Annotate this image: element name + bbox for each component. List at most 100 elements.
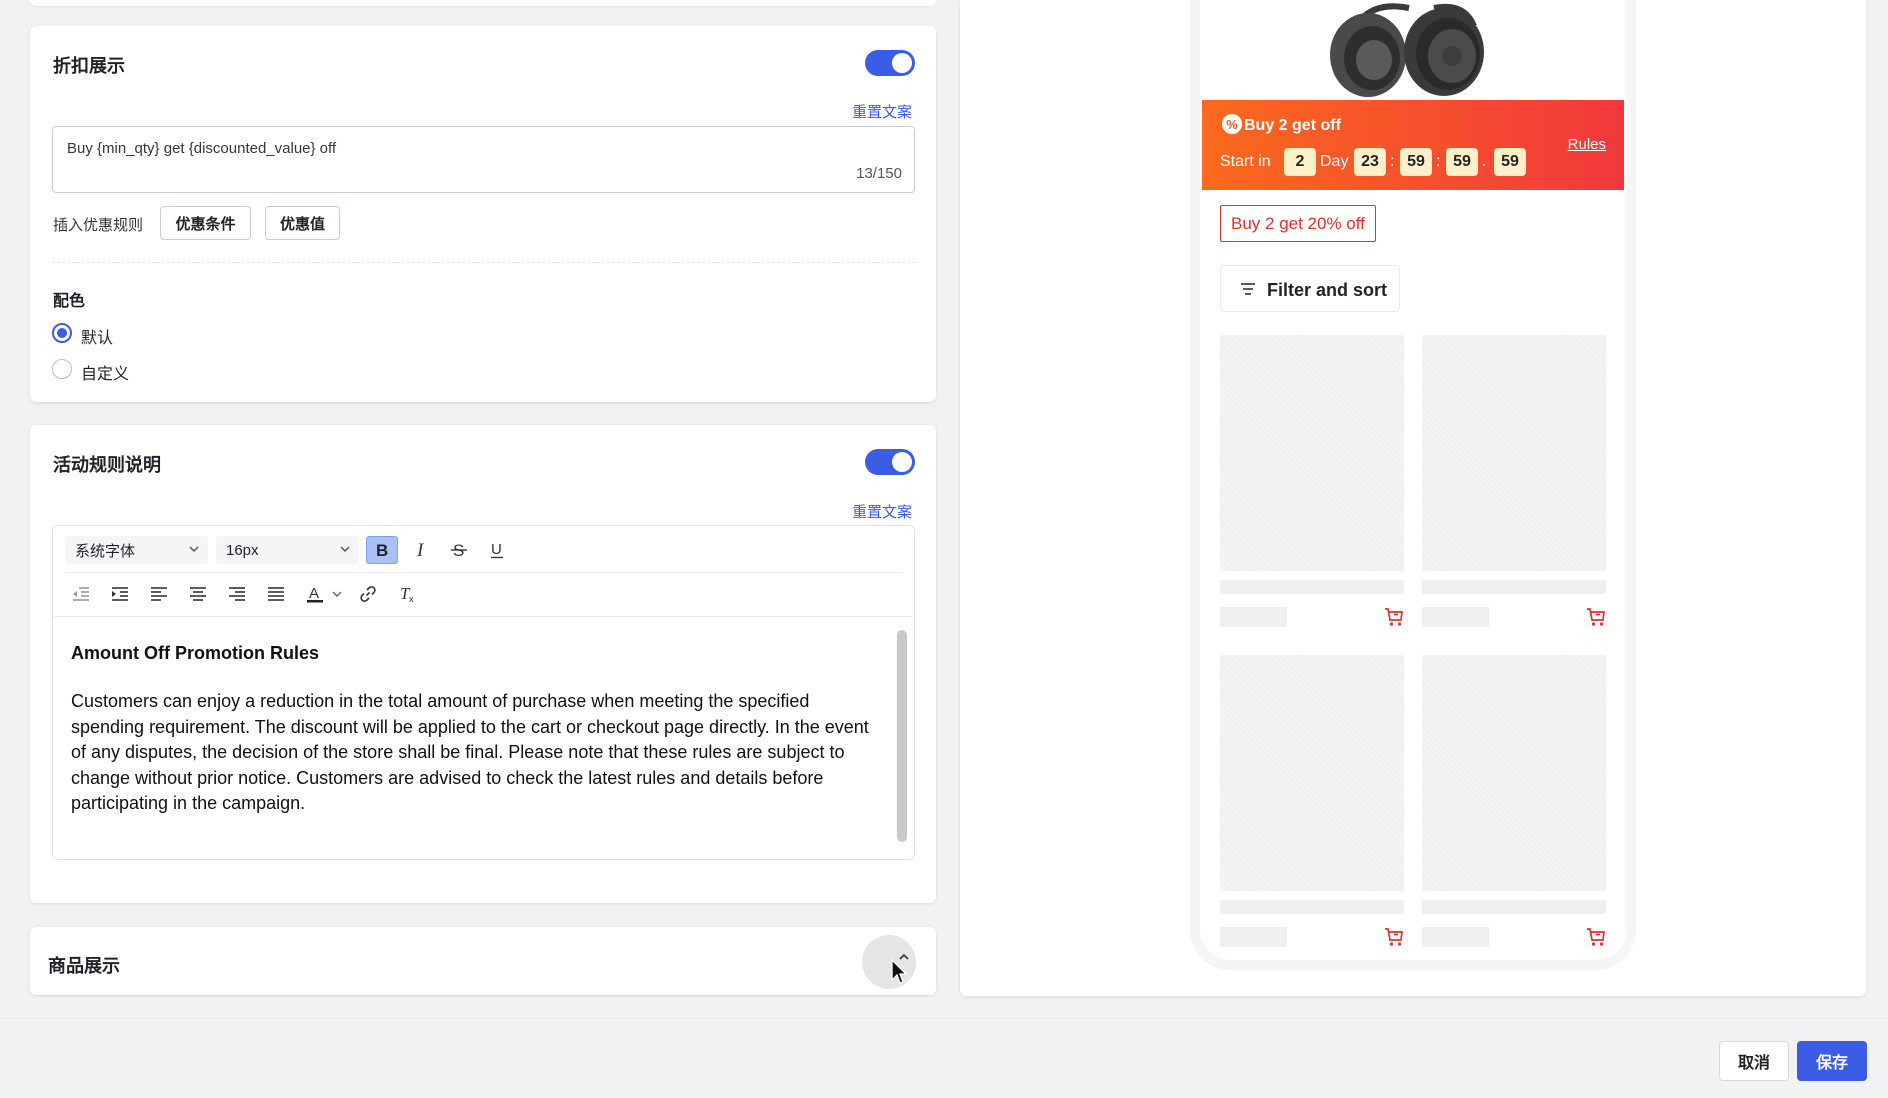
italic-button[interactable]: I — [405, 536, 437, 564]
countdown-colon: : — [1390, 153, 1395, 170]
rules-toggle[interactable] — [865, 449, 915, 475]
bold-icon: B — [376, 541, 388, 559]
link-button[interactable] — [352, 580, 384, 608]
promo-tag: Buy 2 get 20% off — [1220, 205, 1376, 242]
insert-value-button[interactable]: 优惠值 — [265, 206, 340, 240]
countdown-fraction: 59 — [1494, 148, 1526, 176]
toolbar-divider — [65, 572, 903, 573]
countdown-days: 2 — [1284, 148, 1316, 176]
editor-content[interactable]: Amount Off Promotion Rules Customers can… — [71, 643, 891, 843]
product-title-placeholder — [1220, 900, 1404, 914]
start-in-label: Start in — [1220, 153, 1271, 170]
svg-text:U: U — [491, 541, 502, 558]
filter-sort-label: Filter and sort — [1267, 280, 1388, 300]
product-image-placeholder — [1422, 335, 1606, 571]
cart-icon[interactable] — [1586, 927, 1606, 947]
bold-button[interactable]: B — [366, 536, 398, 564]
countdown-minutes: 59 — [1400, 148, 1432, 176]
filter-sort-button[interactable]: Filter and sort — [1220, 265, 1400, 312]
insert-condition-button[interactable]: 优惠条件 — [160, 206, 251, 240]
product-price-placeholder — [1220, 927, 1287, 947]
discount-badge-icon: % — [1222, 114, 1242, 134]
rich-text-editor: 系统字体 16px B I S U A T x Amount Off Promo… — [52, 525, 915, 860]
cancel-button[interactable]: 取消 — [1719, 1041, 1789, 1081]
align-center-button[interactable] — [182, 580, 214, 608]
product-title-placeholder — [1422, 900, 1606, 914]
cart-icon[interactable] — [1586, 607, 1606, 627]
radio-default[interactable] — [52, 323, 72, 343]
svg-text:I: I — [416, 541, 425, 559]
discount-display-card: 折扣展示 重置文案 Buy {min_qty} get {discounted_… — [30, 26, 936, 402]
font-size-select[interactable]: 16px — [216, 536, 359, 564]
align-right-icon — [229, 587, 245, 601]
discount-display-title: 折扣展示 — [53, 56, 125, 76]
strikethrough-button[interactable]: S — [443, 536, 475, 564]
indent-button[interactable] — [104, 580, 136, 608]
footer-bar — [0, 1018, 1888, 1098]
font-color-dropdown[interactable] — [329, 580, 345, 608]
product-display-title: 商品展示 — [48, 956, 120, 976]
discount-text-value: Buy {min_qty} get {discounted_value} off — [67, 140, 337, 157]
countdown-colon: : — [1436, 153, 1441, 170]
discount-text-input[interactable]: Buy {min_qty} get {discounted_value} off… — [52, 126, 915, 193]
discount-display-toggle[interactable] — [865, 50, 915, 76]
rules-link[interactable]: Rules — [1568, 136, 1606, 153]
cart-icon[interactable] — [1384, 927, 1404, 947]
clear-format-button[interactable]: Tx — [391, 580, 423, 608]
countdown-dot: . — [1482, 153, 1487, 170]
banner-title: Buy 2 get off — [1244, 117, 1341, 134]
product-price-placeholder — [1422, 927, 1489, 947]
radio-default-label: 默认 — [81, 330, 114, 347]
chevron-down-icon — [332, 591, 342, 597]
product-image-placeholder — [1220, 655, 1404, 891]
headphones-product-image — [1330, 3, 1484, 97]
font-color-icon: A — [307, 585, 323, 603]
link-icon — [360, 586, 376, 602]
countdown-hours: 23 — [1354, 148, 1386, 176]
italic-icon: I — [416, 541, 425, 559]
save-button[interactable]: 保存 — [1797, 1041, 1867, 1081]
outdent-button[interactable] — [65, 580, 97, 608]
cart-icon[interactable] — [1384, 607, 1404, 627]
outdent-icon — [73, 587, 89, 601]
reset-rules-link[interactable]: 重置文案 — [852, 501, 912, 522]
product-image-placeholder — [1422, 655, 1606, 891]
promo-banner: % Buy 2 get off Start in 2 Day 23 : 59 :… — [1202, 100, 1624, 190]
underline-icon: U — [491, 541, 503, 559]
reset-text-link[interactable]: 重置文案 — [852, 101, 912, 122]
countdown-seconds: 59 — [1446, 148, 1478, 176]
align-left-icon — [151, 587, 167, 601]
svg-text:B: B — [376, 541, 388, 559]
font-size-value: 16px — [226, 541, 259, 559]
clear-format-icon: Tx — [400, 585, 414, 603]
previous-card-edge — [30, 0, 936, 6]
underline-button[interactable]: U — [481, 536, 513, 564]
justify-button[interactable] — [260, 580, 292, 608]
font-color-button[interactable]: A — [299, 580, 331, 608]
color-scheme-title: 配色 — [53, 293, 86, 310]
rules-card: 活动规则说明 重置文案 系统字体 16px B I S U A T x Amou… — [30, 425, 936, 903]
content-body: Customers can enjoy a reduction in the t… — [71, 691, 869, 813]
svg-text:x: x — [409, 594, 414, 603]
toolbar-divider — [53, 616, 914, 617]
product-price-placeholder — [1220, 607, 1287, 627]
font-family-select[interactable]: 系统字体 — [65, 536, 208, 564]
insert-rule-label: 插入优惠规则 — [53, 217, 144, 234]
divider — [52, 262, 915, 263]
radio-custom[interactable] — [52, 359, 72, 379]
content-heading: Amount Off Promotion Rules — [71, 643, 319, 663]
char-counter: 13/150 — [856, 165, 902, 182]
editor-scrollbar[interactable] — [897, 630, 907, 842]
align-right-button[interactable] — [221, 580, 253, 608]
countdown-day-label: Day — [1320, 153, 1349, 170]
align-center-icon — [190, 587, 206, 601]
font-family-value: 系统字体 — [75, 542, 136, 560]
product-display-card: 商品展示 — [30, 927, 936, 995]
mouse-cursor-icon — [891, 958, 908, 984]
filter-icon — [1241, 283, 1255, 295]
product-title-placeholder — [1422, 580, 1606, 594]
radio-custom-label: 自定义 — [81, 366, 130, 383]
align-left-button[interactable] — [143, 580, 175, 608]
product-image-placeholder — [1220, 335, 1404, 571]
indent-icon — [112, 587, 128, 601]
